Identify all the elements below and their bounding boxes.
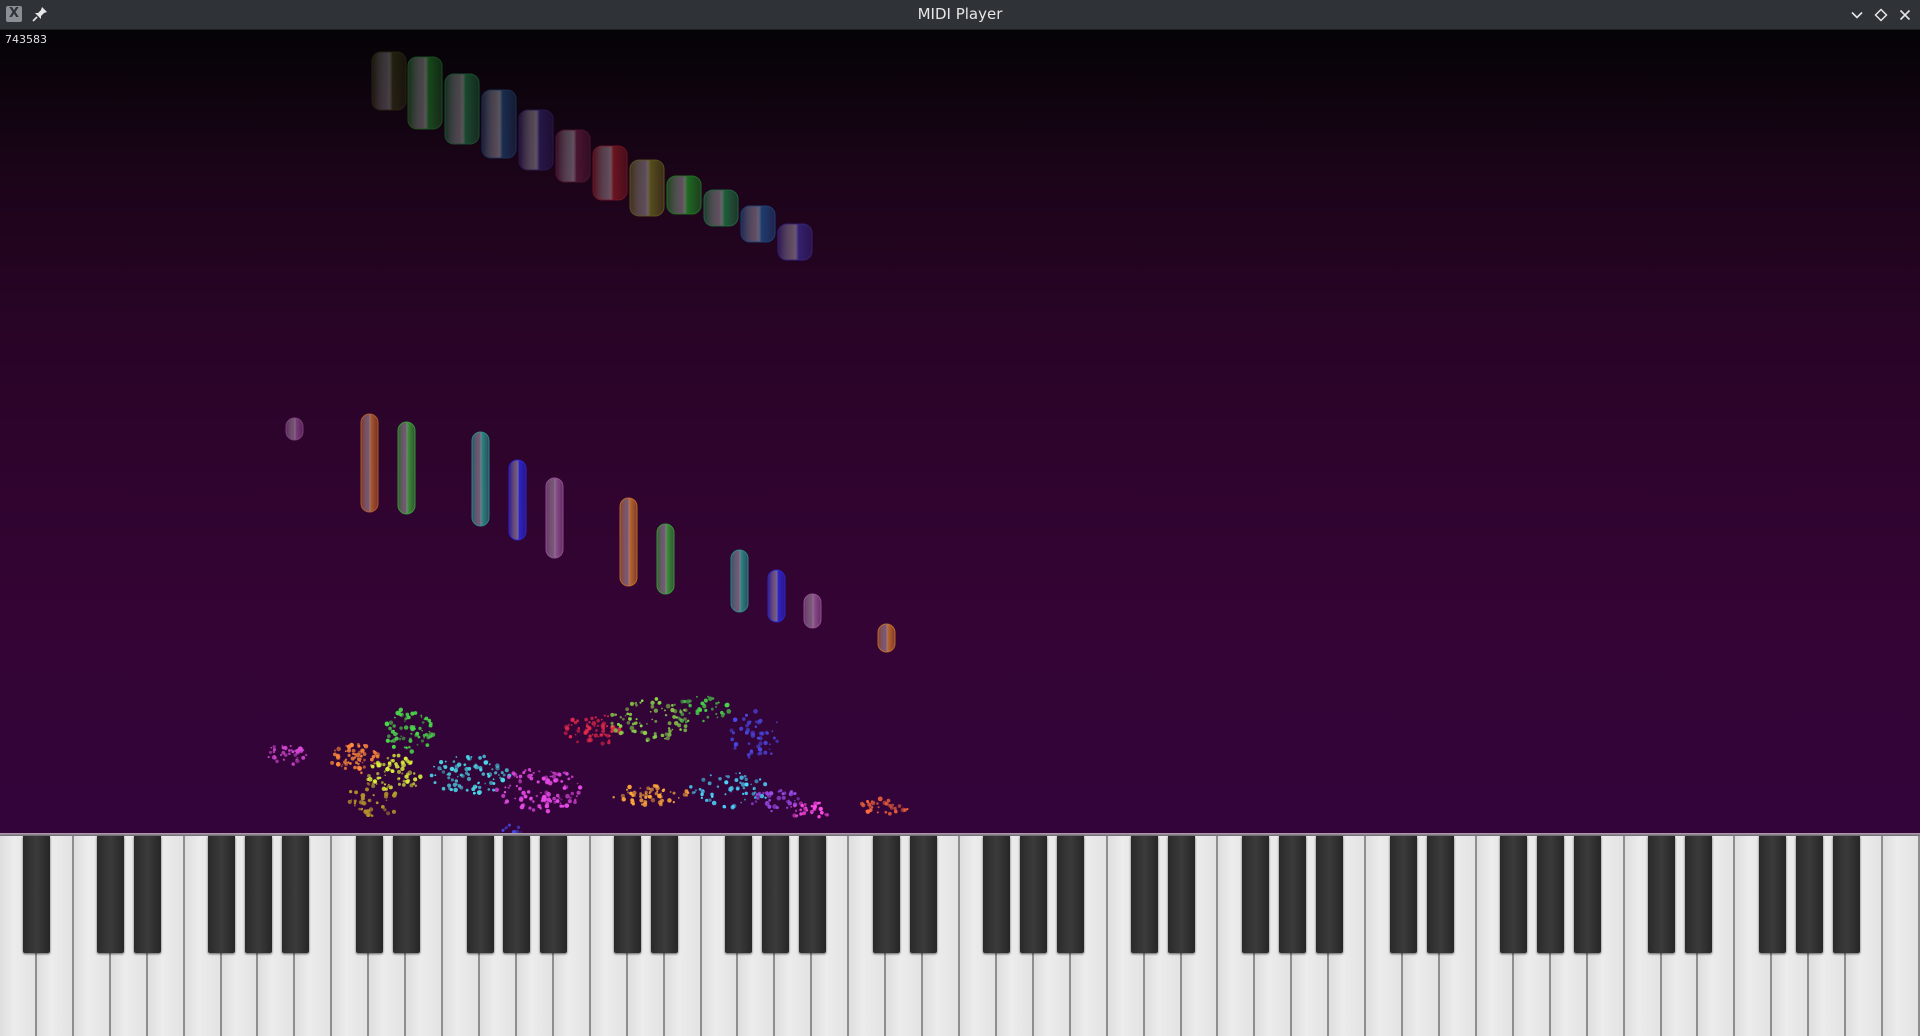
black-key[interactable]: [1537, 836, 1565, 953]
chevron-down-icon: [1851, 11, 1863, 19]
black-key[interactable]: [1795, 836, 1823, 953]
black-key[interactable]: [1684, 836, 1712, 953]
black-key[interactable]: [1168, 836, 1196, 953]
particle-cluster: [729, 709, 779, 759]
particle-cluster: [501, 823, 523, 833]
black-key[interactable]: [651, 836, 679, 953]
black-key[interactable]: [983, 836, 1011, 953]
close-icon: [1899, 9, 1911, 21]
particle-cluster: [384, 707, 436, 754]
tick-counter: 743583: [5, 33, 47, 46]
particle-cluster: [267, 744, 308, 766]
black-key[interactable]: [244, 836, 272, 953]
black-key[interactable]: [281, 836, 309, 953]
black-key[interactable]: [909, 836, 937, 953]
visualizer-stage[interactable]: 743583: [0, 30, 1920, 833]
black-key[interactable]: [614, 836, 642, 953]
particle-cluster: [612, 784, 690, 807]
black-key[interactable]: [392, 836, 420, 953]
black-key[interactable]: [761, 836, 789, 953]
window-title: MIDI Player: [917, 5, 1003, 23]
black-key[interactable]: [1315, 836, 1343, 953]
black-key[interactable]: [208, 836, 236, 953]
black-key[interactable]: [1057, 836, 1085, 953]
black-key[interactable]: [1500, 836, 1528, 953]
close-button[interactable]: [1894, 4, 1916, 26]
black-key[interactable]: [134, 836, 162, 953]
particle-cluster: [689, 772, 768, 810]
particle-cluster: [860, 796, 909, 816]
maximize-button[interactable]: [1870, 4, 1892, 26]
black-key[interactable]: [1131, 836, 1159, 953]
black-key[interactable]: [503, 836, 531, 953]
black-key[interactable]: [1832, 836, 1860, 953]
black-key[interactable]: [540, 836, 568, 953]
white-key[interactable]: [1883, 836, 1920, 1036]
black-key[interactable]: [466, 836, 494, 953]
black-key[interactable]: [724, 836, 752, 953]
particle-cluster: [610, 697, 690, 742]
black-key[interactable]: [1020, 836, 1048, 953]
particle-cluster: [673, 695, 732, 724]
title-bar: X MIDI Player: [0, 0, 1920, 30]
black-key[interactable]: [1389, 836, 1417, 953]
particle-cluster: [750, 789, 800, 813]
particle-cluster: [429, 754, 512, 795]
black-key[interactable]: [1278, 836, 1306, 953]
diamond-icon: [1874, 8, 1888, 22]
black-key[interactable]: [872, 836, 900, 953]
particle-bursts: [267, 695, 909, 833]
black-key[interactable]: [97, 836, 125, 953]
minimize-button[interactable]: [1846, 4, 1868, 26]
black-key[interactable]: [1648, 836, 1676, 953]
particle-cluster: [366, 753, 423, 796]
black-key[interactable]: [1426, 836, 1454, 953]
black-key[interactable]: [1241, 836, 1269, 953]
black-key[interactable]: [798, 836, 826, 953]
black-key[interactable]: [1758, 836, 1786, 953]
piano-keyboard[interactable]: [0, 836, 1920, 1036]
black-key[interactable]: [23, 836, 51, 953]
black-key[interactable]: [1574, 836, 1602, 953]
black-key[interactable]: [355, 836, 383, 953]
particle-cluster: [330, 742, 380, 775]
